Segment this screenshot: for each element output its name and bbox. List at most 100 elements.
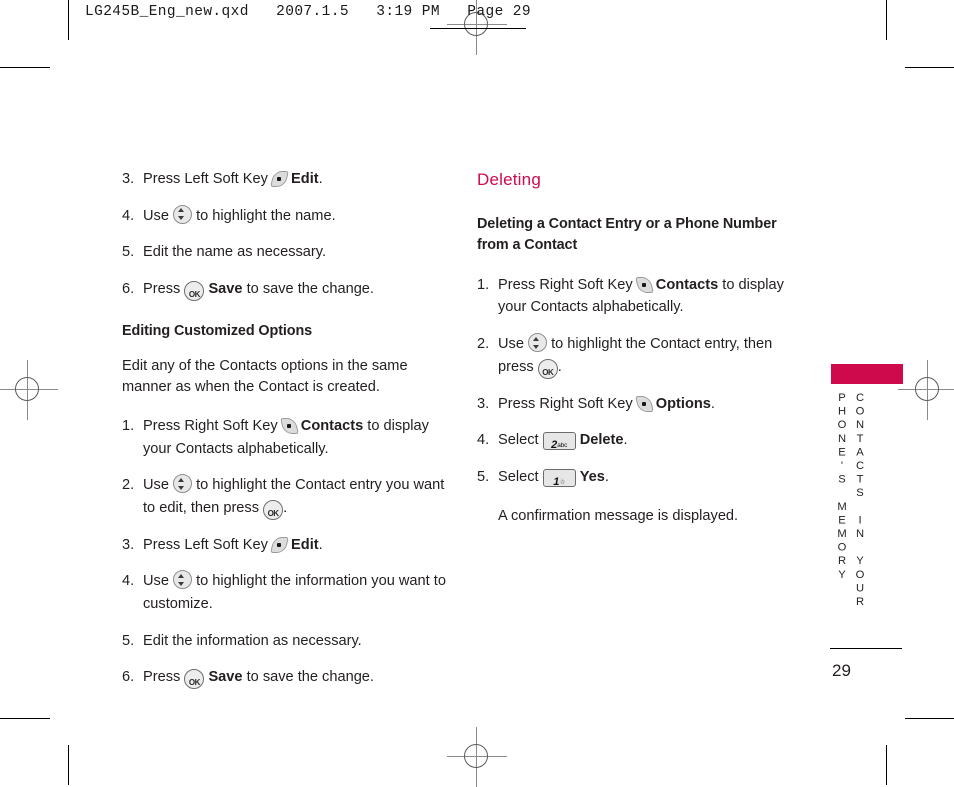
crop-mark-top-right-horizontal xyxy=(905,67,954,68)
trim-line-right xyxy=(886,0,887,40)
step-text-tail: . xyxy=(710,395,715,412)
step-text: Edit the information as necessary. xyxy=(143,632,362,649)
step-text: Select xyxy=(498,468,539,485)
section-heading-deleting: Deleting xyxy=(477,170,541,189)
registration-mark-circle xyxy=(15,377,39,401)
list-item: 3. Press Left Soft Key Edit. xyxy=(122,168,452,191)
step-number: 5. xyxy=(477,468,490,485)
step-number: 6. xyxy=(122,669,135,686)
step-text-tail: to highlight the name. xyxy=(196,207,336,224)
list-item: 4. Use to highlight the name. xyxy=(122,204,452,228)
ok-key-icon: OK xyxy=(184,669,205,690)
step-number: 6. xyxy=(122,280,135,297)
crop-mark-bottom-left-horizontal xyxy=(0,718,50,719)
step-bold-term: Options xyxy=(655,395,711,412)
list-item: 2. Use to highlight the Contact entry, t… xyxy=(477,333,807,379)
step-text-tail: . xyxy=(318,171,323,187)
list-item: 6. Press OK Save to save the change. xyxy=(122,666,452,690)
list-item: 6. Press OK Save to save the change. xyxy=(122,278,452,301)
steps-list-editing-name: 3. Press Left Soft Key Edit. 4. Use to h… xyxy=(122,168,452,301)
step-number: 5. xyxy=(122,632,135,649)
right-text-column: Deleting Deleting a Contact Entry or a P… xyxy=(477,168,807,541)
step-text: Use xyxy=(143,573,169,590)
step-text: Select xyxy=(498,432,539,449)
ok-key-icon: OK xyxy=(537,358,558,379)
step-text-tail: . xyxy=(318,536,323,553)
side-tab-color-bar xyxy=(831,364,903,384)
step-bold-term: Yes xyxy=(579,468,605,485)
left-soft-key-icon xyxy=(270,171,289,187)
step-number: 3. xyxy=(122,536,135,553)
step-bold-term: Save xyxy=(208,669,243,686)
list-item: 2. Use to highlight the Contact entry yo… xyxy=(122,474,452,520)
step-number: 4. xyxy=(122,573,135,590)
nav-updown-icon xyxy=(528,333,548,353)
step-text: Press Left Soft Key xyxy=(143,536,268,553)
side-tab-line-1: CONTACTS IN YOUR xyxy=(854,392,866,610)
steps-list-customized-options: 1. Press Right Soft Key Contacts to disp… xyxy=(122,415,452,690)
step-text-tail: to save the change. xyxy=(246,280,374,297)
registration-mark-circle xyxy=(915,377,939,401)
step-text: Use xyxy=(143,207,169,224)
key-2-abc-icon: 2abc xyxy=(542,432,576,451)
step-bold-term: Contacts xyxy=(655,276,719,293)
step-bold-term: Edit xyxy=(291,171,319,187)
trim-line-left xyxy=(68,0,69,40)
intro-paragraph: Edit any of the Contacts options in the … xyxy=(122,357,408,396)
step-text: Press xyxy=(143,280,181,297)
step-number: 2. xyxy=(477,336,490,353)
right-soft-key-icon xyxy=(279,417,299,434)
ok-key-label: OK xyxy=(188,678,201,688)
registration-mark-left xyxy=(0,360,58,420)
file-slug-line: LG245B_Eng_new.qxd 2007.1.5 3:19 PM Page… xyxy=(85,4,531,20)
step-number: 1. xyxy=(477,276,490,293)
right-soft-key-icon xyxy=(634,395,654,412)
step-text-tail: . xyxy=(604,468,609,485)
slug-underline xyxy=(430,28,526,29)
nav-updown-icon xyxy=(173,570,193,590)
step-bold-term: Delete xyxy=(579,432,624,449)
ok-key-icon: OK xyxy=(184,280,205,301)
sub-heading-deleting-contact-entry: Deleting a Contact Entry or a Phone Numb… xyxy=(477,216,777,253)
crop-mark-bottom-right-horizontal xyxy=(905,718,954,719)
nav-updown-icon xyxy=(173,204,193,224)
list-item: 4. Select 2abc Delete. xyxy=(477,429,807,452)
page-number: 29 xyxy=(832,661,851,680)
registration-mark-bottom xyxy=(447,727,507,787)
step-bold-term: Edit xyxy=(291,536,319,553)
step-text: Press Left Soft Key xyxy=(143,171,268,187)
step-text-tail: to save the change. xyxy=(246,669,374,686)
registration-mark-circle xyxy=(464,744,488,768)
list-item: 5. Edit the information as necessary. xyxy=(122,630,452,653)
right-soft-key-icon xyxy=(634,276,654,293)
step-text: Press Right Soft Key xyxy=(143,417,278,434)
key-1-icon: 1☃ xyxy=(542,468,576,488)
step-number: 4. xyxy=(477,432,490,449)
step-number: 2. xyxy=(122,477,135,494)
ok-key-label: OK xyxy=(267,508,280,518)
side-tab-line-2: PHONE'S MEMORY xyxy=(836,392,848,583)
ok-key-label: OK xyxy=(188,289,201,299)
step-text-end: . xyxy=(557,358,562,375)
nav-updown-icon xyxy=(173,474,193,494)
list-item: 1. Press Right Soft Key Contacts to disp… xyxy=(122,415,452,460)
step-number: 4. xyxy=(122,207,135,224)
step-bold-term: Save xyxy=(208,280,243,297)
list-item: 3. Press Left Soft Key Edit. xyxy=(122,534,452,557)
step-text-end: . xyxy=(283,499,288,516)
step-text: Press xyxy=(143,669,181,686)
list-item: 4. Use to highlight the information you … xyxy=(122,570,452,615)
steps-list-deleting: 1. Press Right Soft Key Contacts to disp… xyxy=(477,274,807,489)
sub-heading-editing-customized-options: Editing Customized Options xyxy=(122,322,313,339)
left-soft-key-icon xyxy=(270,536,289,553)
crop-mark-top-left-horizontal xyxy=(0,67,50,68)
crop-mark-bottom-right-vertical xyxy=(886,745,887,785)
ok-key-label: OK xyxy=(542,367,554,377)
list-item: 3. Press Right Soft Key Options. xyxy=(477,393,807,416)
step-number: 3. xyxy=(477,395,490,412)
step-number: 3. xyxy=(122,171,135,187)
step-text: Press Right Soft Key xyxy=(498,276,633,293)
list-item: 5. Edit the name as necessary. xyxy=(122,241,452,264)
step-text: Use xyxy=(143,477,169,494)
step-text-tail: . xyxy=(623,432,628,449)
